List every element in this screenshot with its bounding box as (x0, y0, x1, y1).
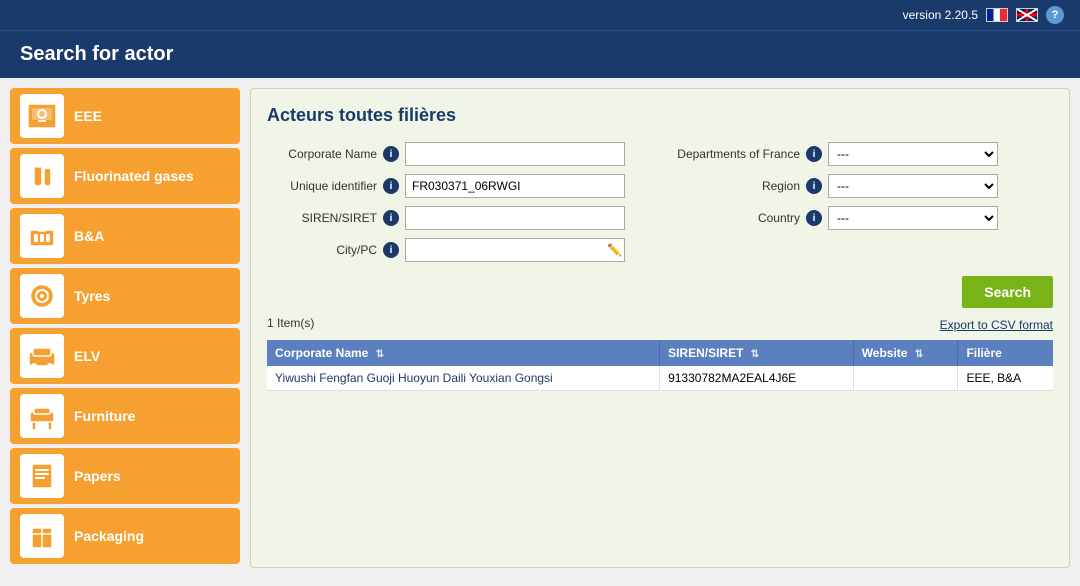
furniture-icon (20, 394, 64, 438)
sidebar-item-papers-label: Papers (74, 468, 121, 484)
departments-select[interactable]: --- (828, 142, 998, 166)
form-right-column: Departments of France i --- Region i --- (670, 142, 1053, 262)
search-button-row: Search (267, 276, 1053, 308)
sidebar-item-packaging[interactable]: Packaging (10, 508, 240, 564)
corporate-name-info-icon[interactable]: i (383, 146, 399, 162)
sidebar-item-fluorinated-gases-label: Fluorinated gases (74, 168, 194, 184)
main-layout: EEE Fluorinated gases (0, 78, 1080, 578)
sidebar-item-fluorinated-gases[interactable]: Fluorinated gases (10, 148, 240, 204)
city-pc-input-wrapper: ✏️ (405, 238, 625, 262)
content-area: Acteurs toutes filières Corporate Name i… (250, 88, 1070, 568)
region-info-icon[interactable]: i (806, 178, 822, 194)
sidebar-item-papers[interactable]: Papers (10, 448, 240, 504)
content-title: Acteurs toutes filières (267, 105, 1053, 126)
papers-icon (20, 454, 64, 498)
table-row: Yiwushi Fengfan Guoji Huoyun Daili Youxi… (267, 366, 1053, 391)
country-info-icon[interactable]: i (806, 210, 822, 226)
unique-identifier-info-icon[interactable]: i (383, 178, 399, 194)
sidebar-item-tyres-label: Tyres (74, 288, 110, 304)
departments-label: Departments of France (670, 147, 800, 161)
country-row: Country i --- (670, 206, 1053, 230)
corporate-name-label: Corporate Name (267, 147, 377, 161)
sidebar-item-packaging-label: Packaging (74, 528, 144, 544)
corporate-name-row: Corporate Name i (267, 142, 650, 166)
siren-siret-row: SIREN/SIRET i (267, 206, 650, 230)
unique-identifier-input[interactable] (405, 174, 625, 198)
departments-info-icon[interactable]: i (806, 146, 822, 162)
sidebar-item-elv[interactable]: ELV (10, 328, 240, 384)
elv-icon (20, 334, 64, 378)
eee-icon (20, 94, 64, 138)
corporate-name-link[interactable]: Yiwushi Fengfan Guoji Huoyun Daili Youxi… (275, 371, 553, 385)
unique-identifier-label: Unique identifier (267, 179, 377, 193)
sidebar-item-elv-label: ELV (74, 348, 100, 364)
unique-identifier-row: Unique identifier i (267, 174, 650, 198)
sidebar: EEE Fluorinated gases (10, 88, 240, 568)
siren-siret-input[interactable] (405, 206, 625, 230)
siren-siret-label: SIREN/SIRET (267, 211, 377, 225)
sidebar-item-tyres[interactable]: Tyres (10, 268, 240, 324)
ba-icon (20, 214, 64, 258)
region-select[interactable]: --- (828, 174, 998, 198)
version-label: version 2.20.5 (903, 8, 978, 22)
sidebar-item-furniture[interactable]: Furniture (10, 388, 240, 444)
cell-siren-siret: 91330782MA2EAL4J6E (660, 366, 854, 391)
col-website[interactable]: Website ⇅ (853, 340, 958, 366)
flag-fr-icon[interactable] (986, 8, 1008, 22)
sidebar-item-ba[interactable]: B&A (10, 208, 240, 264)
search-button[interactable]: Search (962, 276, 1053, 308)
search-form: Corporate Name i Unique identifier i SIR… (267, 142, 1053, 262)
city-pc-edit-icon[interactable]: ✏️ (607, 243, 622, 257)
cell-website (853, 366, 958, 391)
city-pc-info-icon[interactable]: i (383, 242, 399, 258)
table-header: Corporate Name ⇅ SIREN/SIRET ⇅ Website ⇅… (267, 340, 1053, 366)
export-csv-link[interactable]: Export to CSV format (940, 318, 1053, 332)
departments-row: Departments of France i --- (670, 142, 1053, 166)
cell-filiere: EEE, B&A (958, 366, 1053, 391)
country-select[interactable]: --- (828, 206, 998, 230)
sidebar-item-furniture-label: Furniture (74, 408, 135, 424)
results-table: Corporate Name ⇅ SIREN/SIRET ⇅ Website ⇅… (267, 340, 1053, 391)
sidebar-item-eee-label: EEE (74, 108, 102, 124)
country-label: Country (670, 211, 800, 225)
cell-corporate-name: Yiwushi Fengfan Guoji Huoyun Daili Youxi… (267, 366, 660, 391)
region-row: Region i --- (670, 174, 1053, 198)
items-count: 1 Item(s) (267, 316, 314, 330)
top-bar-right: version 2.20.5 ? (903, 6, 1064, 24)
sort-icon-website: ⇅ (915, 349, 923, 360)
form-left-column: Corporate Name i Unique identifier i SIR… (267, 142, 650, 262)
sort-icon-siren-siret: ⇅ (751, 349, 759, 360)
table-body: Yiwushi Fengfan Guoji Huoyun Daili Youxi… (267, 366, 1053, 391)
fluorinated-gases-icon (20, 154, 64, 198)
siren-siret-info-icon[interactable]: i (383, 210, 399, 226)
top-bar: version 2.20.5 ? (0, 0, 1080, 30)
flag-uk-icon[interactable] (1016, 8, 1038, 22)
col-siren-siret[interactable]: SIREN/SIRET ⇅ (660, 340, 854, 366)
col-filiere: Filière (958, 340, 1053, 366)
region-label: Region (670, 179, 800, 193)
city-pc-row: City/PC i ✏️ (267, 238, 650, 262)
sidebar-item-ba-label: B&A (74, 228, 104, 244)
page-title-bar: Search for actor (0, 30, 1080, 78)
col-corporate-name[interactable]: Corporate Name ⇅ (267, 340, 660, 366)
help-icon[interactable]: ? (1046, 6, 1064, 24)
corporate-name-input[interactable] (405, 142, 625, 166)
packaging-icon (20, 514, 64, 558)
page-title: Search for actor (20, 43, 173, 65)
sidebar-item-eee[interactable]: EEE (10, 88, 240, 144)
tyres-icon (20, 274, 64, 318)
sort-icon-corporate-name: ⇅ (376, 349, 384, 360)
city-pc-label: City/PC (267, 243, 377, 257)
city-pc-input[interactable] (405, 238, 625, 262)
